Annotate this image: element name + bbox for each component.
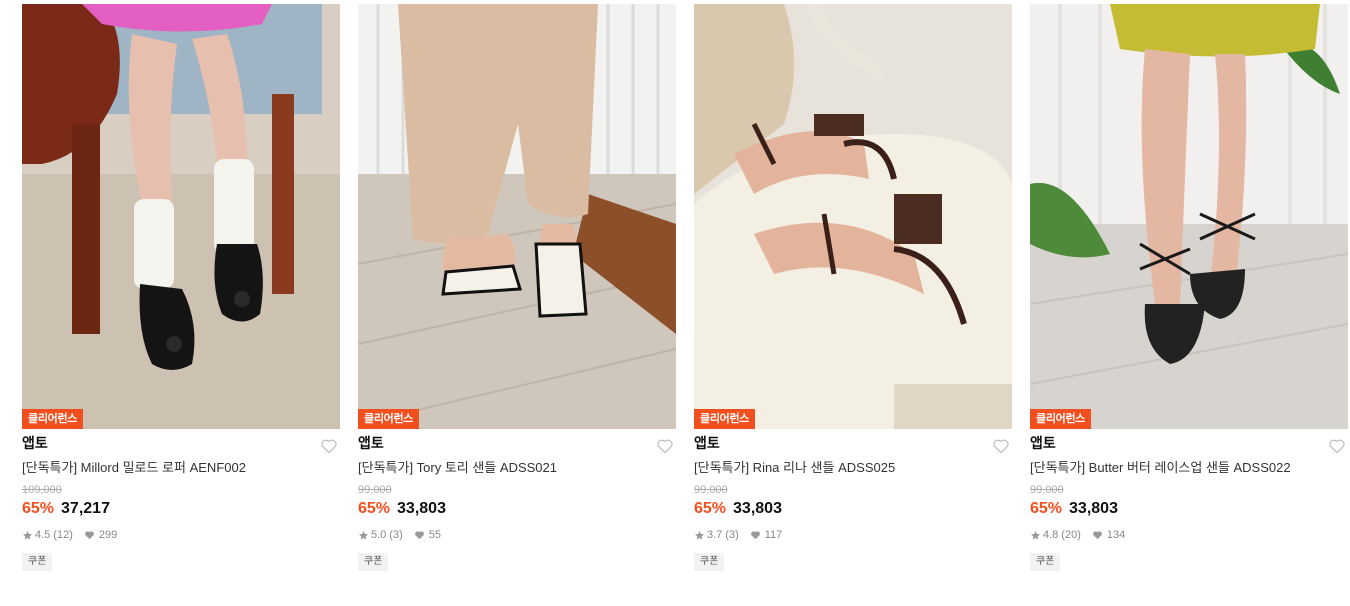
product-info: 앱토 [단독특가] Butter 버터 레이스업 샌들 ADSS022 99,0… (1030, 429, 1348, 571)
sale-price: 33,803 (1069, 500, 1118, 517)
rating-value: 3.7 (707, 529, 723, 541)
brand-name[interactable]: 앱토 (694, 433, 1012, 453)
rating-value: 5.0 (371, 529, 387, 541)
product-image[interactable]: 클리어런스 (1030, 4, 1348, 429)
coupon-tag[interactable]: 쿠폰 (358, 553, 389, 571)
star-icon (22, 530, 33, 540)
review-count: (3) (389, 529, 403, 541)
product-name[interactable]: [단독특가] Millord 밀로드 로퍼 AENF002 (22, 459, 340, 477)
discount-rate: 65% (694, 500, 727, 517)
likes-count: 134 (1106, 529, 1126, 541)
brand-name[interactable]: 앱토 (1030, 433, 1348, 453)
product-meta: 4.5 (12) 299 (22, 528, 340, 542)
price-row: 65% 33,803 (694, 498, 1012, 520)
original-price: 109,000 (22, 484, 62, 496)
coupon-tag[interactable]: 쿠폰 (1030, 553, 1061, 571)
clearance-badge: 클리어런스 (358, 409, 420, 429)
heart-filled-icon (414, 531, 424, 540)
heart-outline-icon[interactable] (320, 438, 338, 454)
product-image[interactable]: 클리어런스 (694, 4, 1012, 429)
clearance-badge: 클리어런스 (22, 409, 84, 429)
rating-value: 4.8 (1043, 529, 1059, 541)
original-price: 99,000 (358, 484, 392, 496)
product-info: 앱토 [단독특가] Tory 토리 샌들 ADSS021 99,000 65% … (358, 429, 676, 571)
review-count: (3) (725, 529, 739, 541)
brand-name[interactable]: 앱토 (358, 433, 676, 453)
review-count: (20) (1061, 529, 1081, 541)
product-meta: 5.0 (3) 55 (358, 528, 676, 542)
likes-count: 55 (428, 529, 441, 541)
heart-filled-icon (750, 531, 760, 540)
sale-price: 37,217 (61, 500, 110, 517)
sale-price: 33,803 (733, 500, 782, 517)
price-row: 65% 33,803 (358, 498, 676, 520)
product-card[interactable]: 클리어런스 앱토 [단독특가] Butter 버터 레이스업 샌들 ADSS02… (1030, 4, 1348, 571)
sale-price: 33,803 (397, 500, 446, 517)
product-name[interactable]: [단독특가] Tory 토리 샌들 ADSS021 (358, 459, 676, 477)
product-meta: 4.8 (20) 134 (1030, 528, 1348, 542)
heart-filled-icon (84, 531, 94, 540)
review-count: (12) (53, 529, 73, 541)
star-icon (358, 530, 369, 540)
star-icon (694, 530, 705, 540)
product-image[interactable]: 클리어런스 (22, 4, 340, 429)
discount-rate: 65% (358, 500, 391, 517)
clearance-badge: 클리어런스 (1030, 409, 1092, 429)
heart-outline-icon[interactable] (992, 438, 1010, 454)
product-card[interactable]: 클리어런스 앱토 [단독특가] Millord 밀로드 로퍼 AENF002 1… (22, 4, 340, 571)
star-icon (1030, 530, 1041, 540)
brand-name[interactable]: 앱토 (22, 433, 340, 453)
product-name[interactable]: [단독특가] Rina 리나 샌들 ADSS025 (694, 459, 1012, 477)
heart-outline-icon[interactable] (656, 438, 674, 454)
price-row: 65% 33,803 (1030, 498, 1348, 520)
rating-value: 4.5 (35, 529, 51, 541)
product-image[interactable]: 클리어런스 (358, 4, 676, 429)
clearance-badge: 클리어런스 (694, 409, 756, 429)
price-row: 65% 37,217 (22, 498, 340, 520)
coupon-tag[interactable]: 쿠폰 (22, 553, 53, 571)
likes-count: 299 (98, 529, 118, 541)
discount-rate: 65% (1030, 500, 1063, 517)
product-info: 앱토 [단독특가] Millord 밀로드 로퍼 AENF002 109,000… (22, 429, 340, 571)
product-grid: 클리어런스 앱토 [단독특가] Millord 밀로드 로퍼 AENF002 1… (0, 0, 1350, 606)
product-name[interactable]: [단독특가] Butter 버터 레이스업 샌들 ADSS022 (1030, 459, 1348, 477)
product-card[interactable]: 클리어런스 앱토 [단독특가] Rina 리나 샌들 ADSS025 99,00… (694, 4, 1012, 571)
likes-count: 117 (764, 529, 783, 541)
product-card[interactable]: 클리어런스 앱토 [단독특가] Tory 토리 샌들 ADSS021 99,00… (358, 4, 676, 571)
product-meta: 3.7 (3) 117 (694, 528, 1012, 542)
coupon-tag[interactable]: 쿠폰 (694, 553, 725, 571)
original-price: 99,000 (1030, 484, 1064, 496)
heart-filled-icon (1092, 531, 1102, 540)
original-price: 99,000 (694, 484, 728, 496)
product-info: 앱토 [단독특가] Rina 리나 샌들 ADSS025 99,000 65% … (694, 429, 1012, 571)
heart-outline-icon[interactable] (1328, 438, 1346, 454)
discount-rate: 65% (22, 500, 55, 517)
